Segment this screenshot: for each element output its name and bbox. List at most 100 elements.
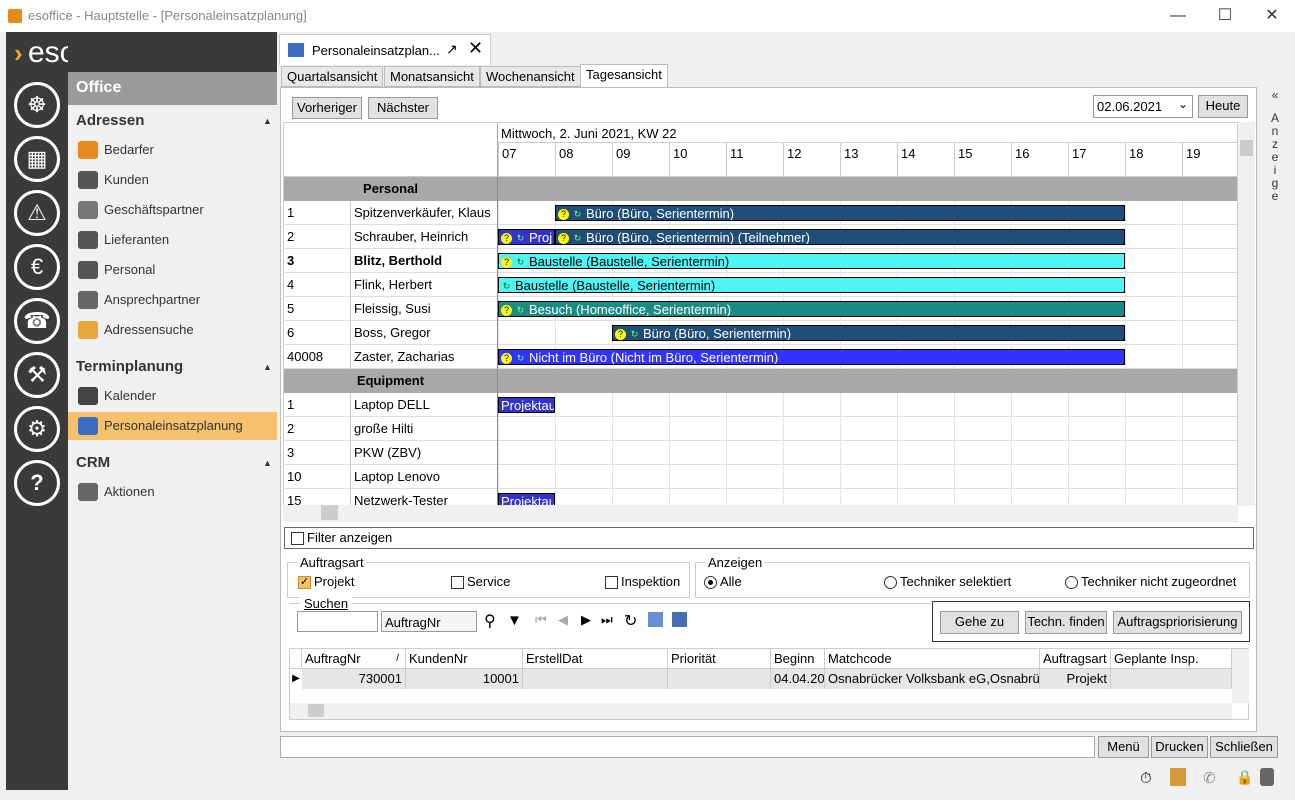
collapse-icon[interactable]: ▲	[263, 458, 272, 468]
cell-beginn[interactable]: 04.04.20	[771, 669, 825, 689]
nav-item-personal[interactable]: Personal	[68, 256, 277, 284]
service-checkbox[interactable]: Service	[451, 574, 510, 590]
tab-quartalsansicht[interactable]: Quartalsansicht	[281, 66, 384, 87]
office-module-icon[interactable]: ☸	[14, 82, 60, 128]
next-record-icon[interactable]: ▶	[581, 612, 591, 628]
chevron-down-icon[interactable]: ⌄	[1178, 97, 1188, 111]
nav-item-kalender[interactable]: Kalender	[68, 382, 277, 410]
schedule-row[interactable]: 3 PKW (ZBV)	[284, 441, 1237, 465]
appointment-event[interactable]: ? ↻ Büro (Büro, Serientermin)	[612, 325, 1125, 341]
schedule-row[interactable]: 6 Boss, Gregor? ↻ Büro (Büro, Serientermin)	[284, 321, 1237, 345]
cell-auftragnr[interactable]: 730001	[302, 669, 406, 689]
search-icon[interactable]: ⚲	[484, 611, 496, 631]
search-field-select[interactable]: AuftragNr	[381, 611, 477, 632]
col-auftragnr[interactable]: AuftragNr /	[302, 649, 406, 669]
cell-matchcode[interactable]: Osnabrücker Volksbank eG,Osnabrüc	[825, 669, 1040, 689]
last-record-icon[interactable]: ⏭	[601, 612, 613, 628]
techniker-selektiert-radio[interactable]: Techniker selektiert	[884, 574, 1011, 590]
vertical-scrollbar[interactable]	[1238, 122, 1255, 506]
scroll-thumb[interactable]	[1240, 140, 1253, 156]
tab-monatsansicht[interactable]: Monatsansicht	[384, 66, 480, 87]
date-picker[interactable]: 02.06.2021 ⌄	[1093, 95, 1193, 118]
col-erstelldat[interactable]: ErstellDat	[523, 649, 668, 669]
support-module-icon[interactable]: ☎	[14, 298, 60, 344]
nav-item-personaleinsatzplanung[interactable]: Personaleinsatzplanung	[68, 412, 277, 440]
lock-icon[interactable]: 🔒	[1236, 769, 1253, 786]
refresh-icon[interactable]: ↻	[624, 611, 637, 631]
alarm-module-icon[interactable]: ⚠	[14, 190, 60, 236]
cell-erstelldat[interactable]	[523, 669, 668, 689]
alle-radio[interactable]: Alle	[704, 574, 742, 590]
building-icon[interactable]	[1170, 768, 1186, 786]
tools-module-icon[interactable]: ⚒	[14, 352, 60, 398]
nav-item-lieferanten[interactable]: Lieferanten	[68, 226, 277, 254]
phone-icon[interactable]: ✆	[1203, 769, 1216, 787]
appointment-event[interactable]: ? ↻ Besuch (Homeoffice, Serientermin)	[498, 301, 1125, 317]
anzeige-sidebar-toggle[interactable]: « Anzeige	[1260, 87, 1290, 237]
appointment-event[interactable]: ? ↻ Baustelle (Baustelle, Serientermin)	[498, 253, 1125, 269]
filter-funnel-icon[interactable]: ▼	[507, 612, 522, 629]
export-grid-icon[interactable]	[648, 612, 663, 627]
popout-icon[interactable]: ↗	[446, 41, 458, 58]
col-geplante-insp[interactable]: Geplante Insp.	[1111, 649, 1232, 669]
nav-item-aktionen[interactable]: Aktionen	[68, 478, 277, 506]
menu-button[interactable]: Menü	[1098, 736, 1149, 758]
previous-button[interactable]: Vorheriger	[292, 97, 362, 119]
col-prioritaet[interactable]: Priorität	[668, 649, 771, 669]
stopwatch-icon[interactable]: ⏱	[1140, 770, 1152, 787]
schedule-row[interactable]: 5 Fleissig, Susi? ↻ Besuch (Homeoffice, Ser…	[284, 297, 1237, 321]
nav-item-kunden[interactable]: Kunden	[68, 166, 277, 194]
cell-auftragsart[interactable]: Projekt	[1040, 669, 1111, 689]
database-icon[interactable]	[1260, 768, 1274, 786]
schedule-row[interactable]: 2 große Hilti	[284, 417, 1237, 441]
nav-item-adressensuche[interactable]: Adressensuche	[68, 316, 277, 344]
today-button[interactable]: Heute	[1198, 95, 1248, 118]
search-input[interactable]	[297, 611, 378, 632]
table-vertical-scrollbar[interactable]	[1232, 649, 1249, 703]
schedule-row[interactable]: 1 Laptop DELL Projektau	[284, 393, 1237, 417]
appointment-event[interactable]: ↻ Baustelle (Baustelle, Serientermin)	[498, 277, 1125, 293]
collapse-icon[interactable]: ▲	[263, 116, 272, 126]
schedule-row[interactable]: 2 Schrauber, Heinrich? ↻ Proj? ↻ Büro (Büro, …	[284, 225, 1237, 249]
cell-geplante-insp[interactable]	[1111, 669, 1232, 689]
col-beginn[interactable]: Beginn	[771, 649, 825, 669]
cell-kundennr[interactable]: 10001	[406, 669, 523, 689]
next-button[interactable]: Nächster	[368, 97, 438, 119]
nav-item-geschaeftspartner[interactable]: Geschäftspartner	[68, 196, 277, 224]
col-auftragsart[interactable]: Auftragsart	[1040, 649, 1111, 669]
close-tab-icon[interactable]: ✕	[468, 38, 483, 59]
section-terminplanung[interactable]: Terminplanung	[76, 358, 183, 375]
settings-module-icon[interactable]: ⚙	[14, 406, 60, 452]
filter-toggle[interactable]: Filter anzeigen	[284, 527, 1254, 549]
section-crm[interactable]: CRM	[76, 454, 110, 471]
print-button[interactable]: Drucken	[1151, 736, 1208, 758]
schedule-row[interactable]: 40008 Zaster, Zacharias? ↻ Nicht im Büro (N…	[284, 345, 1237, 369]
schedule-row[interactable]: 3 Blitz, Berthold? ↻ Baustelle (Baustelle, …	[284, 249, 1237, 273]
first-record-icon[interactable]: ⏮	[535, 612, 547, 628]
schedule-row[interactable]: 10 Laptop Lenovo	[284, 465, 1237, 489]
col-kundennr[interactable]: KundenNr	[406, 649, 523, 669]
techniker-nicht-zugeordnet-radio[interactable]: Techniker nicht zugeordnet	[1065, 574, 1236, 590]
appointment-event[interactable]: ? ↻ Büro (Büro, Serientermin) (Teilnehmer)	[555, 229, 1125, 245]
help-module-icon[interactable]: ?	[14, 460, 60, 506]
schedule-row[interactable]: 1 Spitzenverkäufer, Klaus? ↻ Büro (Büro, Se…	[284, 201, 1237, 225]
close-button[interactable]: Schließen	[1210, 736, 1278, 758]
appointment-event[interactable]: ? ↻ Büro (Büro, Serientermin)	[555, 205, 1125, 221]
gehe-zu-button[interactable]: Gehe zu	[940, 611, 1019, 634]
appointment-event[interactable]: ? ↻ Nicht im Büro (Nicht im Büro, Seriente…	[498, 349, 1125, 365]
appointment-event[interactable]: Projektau	[498, 397, 555, 413]
schedule-row[interactable]: 4 Flink, Herbert ↻ Baustelle (Baustelle, Se…	[284, 273, 1237, 297]
planning-module-icon[interactable]: ▦	[14, 136, 60, 182]
scroll-thumb[interactable]	[321, 505, 338, 520]
nav-item-bedarfer[interactable]: Bedarfer	[68, 136, 277, 164]
collapse-icon[interactable]: ▲	[263, 362, 272, 372]
col-matchcode[interactable]: Matchcode	[825, 649, 1040, 669]
inspektion-checkbox[interactable]: Inspektion	[605, 574, 680, 590]
finance-module-icon[interactable]: €	[14, 244, 60, 290]
horizontal-scrollbar[interactable]	[283, 505, 1238, 522]
maximize-icon[interactable]: ☐	[1205, 4, 1245, 28]
section-adressen[interactable]: Adressen	[76, 112, 144, 129]
table-horizontal-scrollbar[interactable]	[290, 703, 1232, 719]
techn-finden-button[interactable]: Techn. finden	[1025, 611, 1107, 634]
filter-checkbox[interactable]	[291, 532, 304, 546]
